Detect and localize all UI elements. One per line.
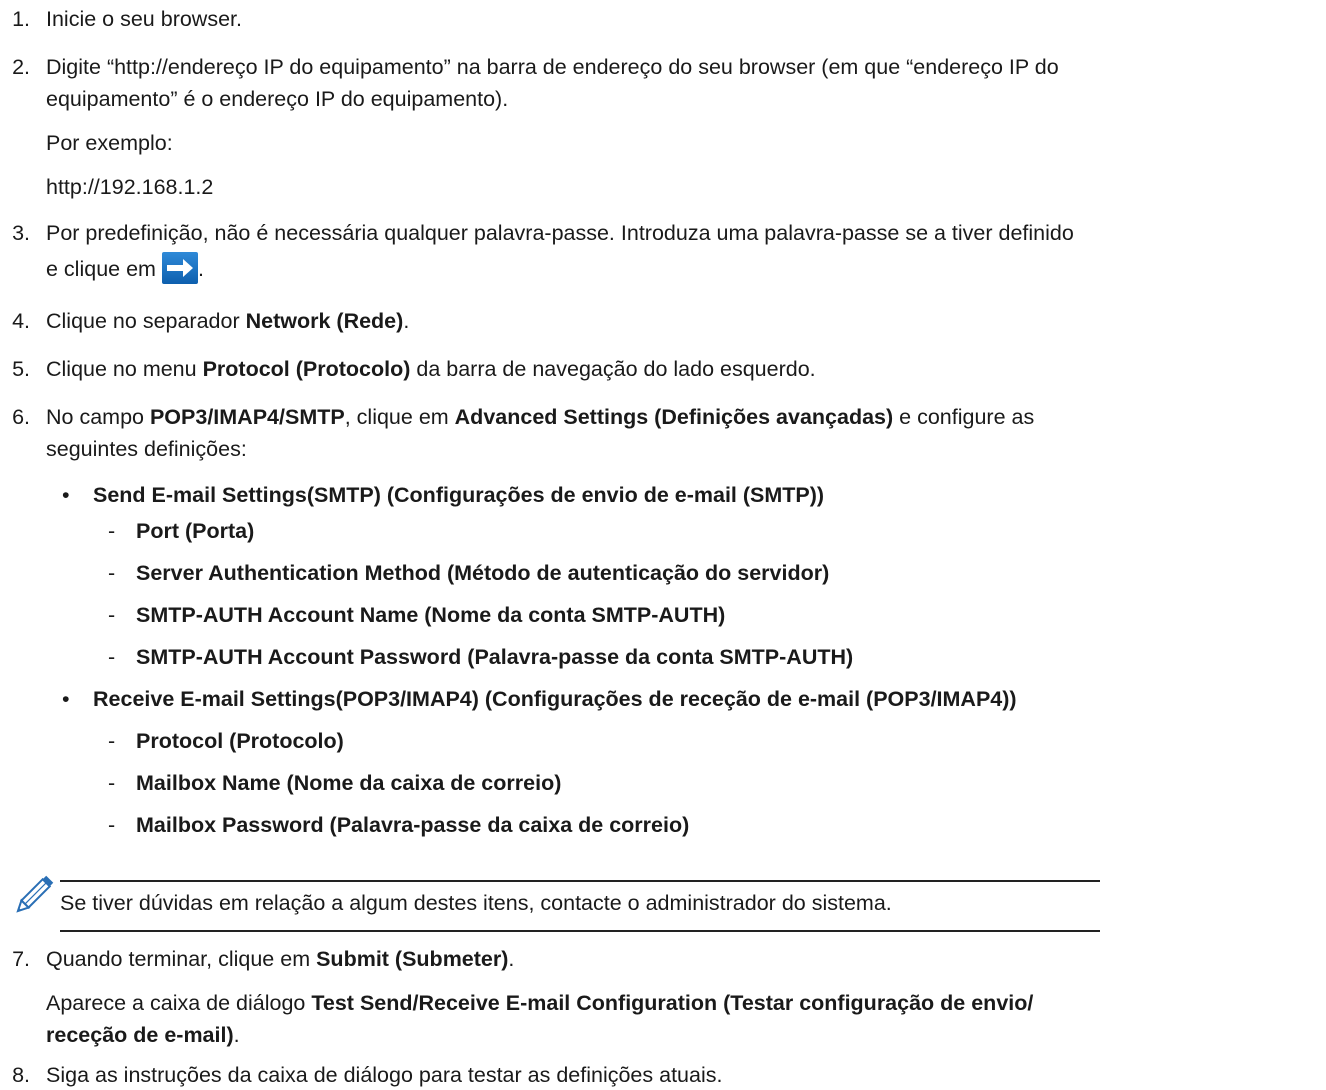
ui-term: POP3/IMAP4/SMTP (149, 405, 345, 429)
ui-term: Protocol (Protocolo) (202, 357, 411, 381)
sub-item-label: Mailbox Name (Nome da caixa de correio) (136, 771, 562, 795)
sub-item-label: Protocol (Protocolo) (136, 729, 344, 753)
dash-glyph: - (108, 645, 116, 669)
dash-glyph: - (108, 771, 116, 795)
sub-item-label: SMTP-AUTH Account Password (Palavra-pass… (136, 645, 854, 669)
dash-glyph: - (108, 519, 116, 543)
example-label: Por exemplo: (46, 131, 173, 155)
ui-term: receção de e-mail) (46, 1023, 234, 1047)
step-number: 8. (12, 1063, 30, 1087)
bullet-glyph: • (62, 483, 70, 507)
step-text-pre: Quando terminar, clique em (46, 947, 317, 971)
dash-glyph: - (108, 813, 116, 837)
step-text-continued: e clique em . (46, 252, 204, 284)
step-number: 4. (12, 309, 30, 333)
sub-item: - SMTP-AUTH Account Name (Nome da conta … (108, 600, 725, 630)
step-number: 3. (12, 221, 30, 245)
step-text-continued: equipamento” é o endereço IP do equipame… (46, 87, 509, 111)
step-number: 1. (12, 7, 30, 31)
arrow-right-icon (161, 252, 198, 284)
step-number: 2. (12, 55, 30, 79)
step-text-post: da barra de navegação do lado esquerdo. (410, 357, 816, 381)
example-url: http://192.168.1.2 (46, 175, 214, 199)
sub-item-label: SMTP-AUTH Account Name (Nome da conta SM… (136, 603, 726, 627)
step-text-post: . (233, 1023, 240, 1047)
step-text-continued: Aparece a caixa de diálogo Test Send/Rec… (46, 988, 1033, 1018)
dash-glyph: - (108, 603, 116, 627)
step-text-pre: Clique no menu (46, 357, 203, 381)
step-text-mid: , clique em (344, 405, 455, 429)
step-text: Siga as instruções da caixa de diálogo p… (46, 1063, 723, 1087)
sub-item: - Mailbox Password (Palavra-passe da cai… (108, 810, 689, 840)
step-text-post: . (508, 947, 515, 971)
note-text: Se tiver dúvidas em relação a algum dest… (60, 891, 892, 915)
note-top-rule (60, 880, 1100, 882)
step-text-pre: Aparece a caixa de diálogo (46, 991, 312, 1015)
note-bottom-rule (60, 930, 1100, 932)
bullet-item: • Send E-mail Settings(SMTP) (Configuraç… (62, 480, 824, 510)
step-number: 7. (12, 947, 30, 971)
bullet-label: Receive E-mail Settings(POP3/IMAP4) (Con… (93, 687, 1017, 711)
dash-glyph: - (108, 561, 116, 585)
sub-item: - SMTP-AUTH Account Password (Palavra-pa… (108, 642, 853, 672)
step-text-post: . (197, 257, 204, 281)
step-text: Por predefinição, não é necessária qualq… (46, 221, 1074, 245)
step-text-post: e configure as (893, 405, 1035, 429)
sub-item: - Server Authentication Method (Método d… (108, 558, 829, 588)
ui-term: Network (Rede) (245, 309, 404, 333)
sub-item: - Mailbox Name (Nome da caixa de correio… (108, 768, 561, 798)
dash-glyph: - (108, 729, 116, 753)
sub-item-label: Server Authentication Method (Método de … (136, 561, 830, 585)
step-text-post: . (403, 309, 410, 333)
ui-term: Test Send/Receive E-mail Configuration (… (311, 991, 1034, 1015)
bullet-glyph: • (62, 687, 70, 711)
step-number: 5. (12, 357, 30, 381)
step-text-pre: Clique no separador (46, 309, 246, 333)
sub-item-label: Mailbox Password (Palavra-passe da caixa… (136, 813, 690, 837)
ui-term: Submit (Submeter) (316, 947, 509, 971)
ui-term: Advanced Settings (Definições avançadas) (454, 405, 894, 429)
bullet-label: Send E-mail Settings(SMTP) (Configuraçõe… (93, 483, 825, 507)
sub-item-label: Port (Porta) (136, 519, 255, 543)
step-number: 6. (12, 405, 30, 429)
step-text-pre: e clique em (46, 257, 156, 281)
step-text-continued: receção de e-mail). (46, 1020, 240, 1050)
sub-item: - Port (Porta) (108, 516, 254, 546)
sub-item: - Protocol (Protocolo) (108, 726, 344, 756)
step-text: Digite “http://endereço IP do equipament… (46, 55, 1059, 79)
pencil-icon (14, 870, 60, 920)
step-text-continued: seguintes definições: (46, 437, 247, 461)
bullet-item: • Receive E-mail Settings(POP3/IMAP4) (C… (62, 684, 1017, 714)
step-text-pre: No campo (46, 405, 150, 429)
step-text: Inicie o seu browser. (46, 7, 242, 31)
